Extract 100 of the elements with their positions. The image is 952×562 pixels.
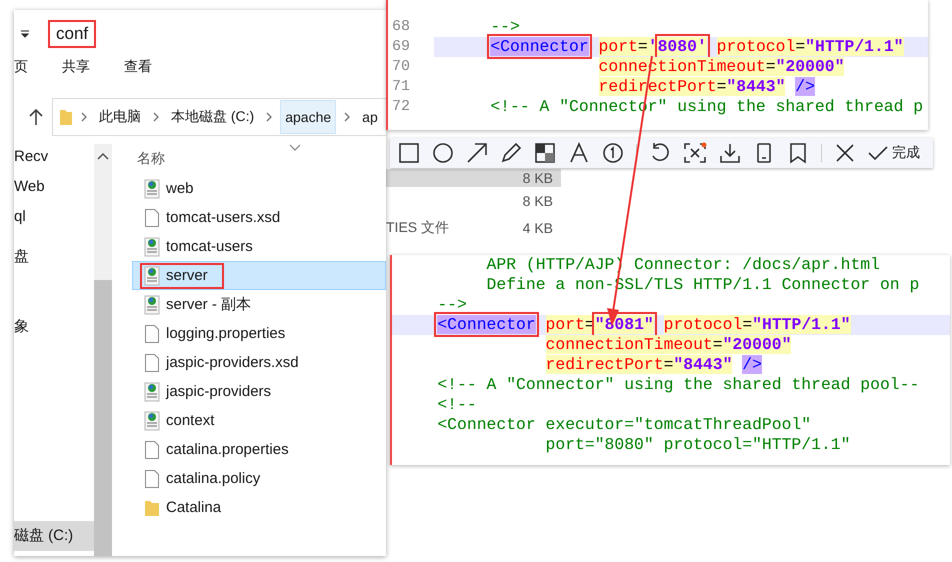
- code-operator: =: [795, 37, 806, 56]
- file-row[interactable]: jaspic-providers: [132, 377, 386, 406]
- close-icon[interactable]: [834, 142, 856, 164]
- web-document-icon: [144, 382, 160, 402]
- web-document-icon: [144, 236, 160, 256]
- scroll-up-icon[interactable]: [97, 152, 109, 160]
- text-tool-icon[interactable]: [568, 142, 590, 164]
- number-marker-icon[interactable]: [602, 142, 624, 164]
- folder-icon: [59, 108, 73, 126]
- file-name: tomcat-users.xsd: [166, 209, 280, 226]
- code-comment: -->: [437, 295, 467, 314]
- blank-file-icon: [144, 352, 160, 372]
- web-document-icon: [144, 410, 160, 430]
- file-row[interactable]: server: [132, 261, 386, 290]
- dropdown-icon[interactable]: [20, 30, 30, 38]
- code-string: "HTTP/1.1": [752, 315, 851, 334]
- file-size-text: 8 KB: [522, 192, 553, 208]
- file-name: web: [166, 180, 194, 197]
- file-row[interactable]: tomcat-users.xsd: [132, 203, 386, 232]
- file-detail-row[interactable]: 8 KB: [386, 169, 561, 187]
- address-segment[interactable]: 本地磁盘 (C:): [167, 100, 258, 134]
- ribbon-tab[interactable]: 页: [14, 58, 28, 86]
- file-size-text: 4 KB: [522, 220, 553, 236]
- file-row[interactable]: Catalina: [132, 493, 386, 522]
- download-icon[interactable]: [719, 142, 741, 164]
- code-string: "20000": [776, 57, 844, 76]
- sidebar-item[interactable]: 磁盘 (C:): [14, 521, 94, 551]
- file-row[interactable]: web: [132, 174, 386, 203]
- code-comment: <Connector executor="tomcatThreadPool": [437, 415, 812, 434]
- address-segment[interactable]: ap: [358, 101, 382, 133]
- code-attribute: port: [598, 37, 638, 56]
- sidebar-item[interactable]: 盘: [14, 246, 94, 268]
- code-tag: <Connector: [490, 37, 589, 56]
- code-attribute: redirectPort: [546, 355, 664, 374]
- window-title: conf: [48, 20, 96, 48]
- blank-file-icon: [144, 208, 160, 228]
- file-row[interactable]: catalina.policy: [132, 464, 386, 493]
- bookmark-icon[interactable]: [787, 142, 809, 164]
- code-attribute: protocol: [716, 37, 796, 56]
- file-row[interactable]: logging.properties: [132, 319, 386, 348]
- code-comment: <!-- A "Connector" using the shared thread pool--: [437, 375, 920, 394]
- file-row[interactable]: tomcat-users: [132, 232, 386, 261]
- sidebar-item[interactable]: Web: [14, 176, 94, 198]
- sidebar-item[interactable]: Recv: [14, 146, 94, 168]
- code-string: 8080': [658, 37, 707, 56]
- code-operator: =: [716, 77, 726, 96]
- pencil-icon[interactable]: [500, 142, 522, 164]
- code-operator: =: [712, 335, 723, 354]
- ribbon-tab[interactable]: 共享: [62, 58, 90, 86]
- file-name: server - 副本: [166, 295, 252, 314]
- code-comment: <!--: [437, 395, 477, 414]
- sort-chevron-icon[interactable]: [289, 144, 301, 151]
- blank-file-icon: [144, 324, 160, 344]
- text-recognition-icon[interactable]: [683, 142, 707, 164]
- code-operator: =: [766, 57, 776, 76]
- file-row[interactable]: server - 副本: [132, 290, 386, 319]
- rectangle-tool-icon[interactable]: [398, 142, 420, 164]
- scrollbar[interactable]: [94, 144, 112, 556]
- code-string: "20000": [722, 335, 792, 354]
- code-tag: />: [795, 77, 815, 96]
- chevron-icon: [153, 112, 159, 122]
- file-detail-row[interactable]: TIES 文件 4 KB: [386, 214, 561, 241]
- chevron-icon: [81, 112, 87, 122]
- sidebar-item[interactable]: ql: [14, 206, 94, 228]
- circle-tool-icon[interactable]: [432, 142, 454, 164]
- check-icon: [868, 145, 888, 161]
- file-row[interactable]: catalina.properties: [132, 435, 386, 464]
- blank-file-icon: [144, 440, 160, 460]
- code-string: "HTTP/1.1": [805, 37, 904, 56]
- address-segment[interactable]: apache: [280, 100, 336, 134]
- code-operator: =: [664, 355, 674, 374]
- file-row[interactable]: jaspic-providers.xsd: [132, 348, 386, 377]
- ribbon-tab[interactable]: 查看: [124, 58, 152, 86]
- file-name: tomcat-users: [166, 238, 253, 255]
- mosaic-icon[interactable]: [534, 142, 556, 164]
- code-tag: />: [742, 355, 762, 374]
- code-attribute: connectionTimeout: [546, 335, 713, 354]
- address-segment[interactable]: 此电脑: [95, 100, 145, 134]
- done-button[interactable]: 完成: [868, 144, 920, 162]
- code-operator: =: [638, 37, 648, 56]
- code-attribute: port: [546, 315, 585, 334]
- sidebar-item[interactable]: 象: [14, 316, 94, 338]
- code-string: "8443": [673, 355, 732, 374]
- up-arrow-icon[interactable]: [28, 108, 44, 126]
- file-name: Catalina: [166, 499, 222, 516]
- code-comment: -->: [490, 17, 520, 36]
- file-row[interactable]: context: [132, 406, 386, 435]
- code-string: "8443": [726, 77, 786, 96]
- column-header[interactable]: 名称: [134, 150, 386, 174]
- code-tag: <Connector: [437, 315, 536, 334]
- code-string: "8081": [594, 315, 654, 334]
- web-document-icon: [144, 294, 160, 314]
- code-comment: port="8080" protocol="HTTP/1.1": [546, 435, 850, 454]
- file-name: jaspic-providers.xsd: [166, 354, 299, 371]
- chevron-icon: [344, 112, 350, 122]
- address-bar[interactable]: 此电脑 本地磁盘 (C:) apache ap: [52, 98, 386, 136]
- file-detail-row[interactable]: 8 KB: [386, 187, 561, 214]
- file-name: catalina.properties: [166, 441, 289, 458]
- web-document-icon: [144, 178, 160, 198]
- arrow-tool-icon[interactable]: [466, 142, 488, 164]
